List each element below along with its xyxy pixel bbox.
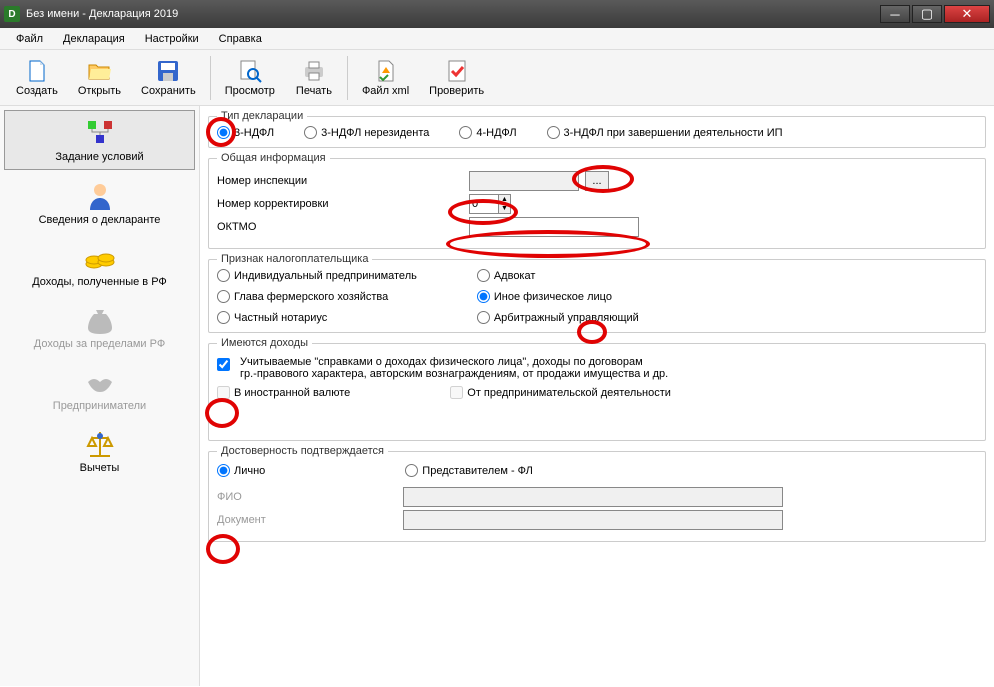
income-legend: Имеются доходы	[217, 337, 312, 349]
toolbar-open[interactable]: Открыть	[68, 52, 131, 104]
toolbar-separator	[347, 56, 348, 100]
taxpayer-type-legend: Признак налогоплательщика	[217, 253, 372, 265]
inspection-input	[469, 171, 579, 191]
toolbar: Создать Открыть Сохранить Просмотр Печат…	[0, 50, 994, 106]
toolbar-create[interactable]: Создать	[6, 52, 68, 104]
correction-label: Номер корректировки	[217, 198, 397, 210]
window-title: Без имени - Декларация 2019	[26, 8, 880, 20]
document-label: Документ	[217, 514, 397, 526]
toolbar-separator	[210, 56, 211, 100]
correction-input[interactable]	[470, 195, 498, 213]
fio-label: ФИО	[217, 491, 397, 503]
radio-notary[interactable]: Частный нотариус	[217, 311, 417, 324]
save-icon	[156, 59, 180, 83]
radio-personally[interactable]: Лично	[217, 464, 265, 477]
inspection-browse-button[interactable]: ...	[585, 171, 609, 191]
toolbar-preview[interactable]: Просмотр	[215, 52, 285, 104]
radio-3ndfl-ip-end[interactable]: 3-НДФЛ при завершении деятельности ИП	[547, 126, 783, 139]
window-titlebar: D Без имени - Декларация 2019 ─ ▢ ✕	[0, 0, 994, 28]
correction-spinner[interactable]: ▲▼	[469, 194, 511, 214]
taxpayer-type-group: Признак налогоплательщика Индивидуальный…	[208, 253, 986, 333]
radio-representative[interactable]: Представителем - ФЛ	[405, 464, 533, 477]
menu-help[interactable]: Справка	[211, 30, 270, 48]
radio-3ndfl-nonresident[interactable]: 3-НДФЛ нерезидента	[304, 126, 429, 139]
conditions-icon	[84, 117, 116, 149]
minimize-button[interactable]: ─	[880, 5, 910, 23]
nav-entrepreneur: Предприниматели	[4, 360, 195, 418]
general-info-group: Общая информация Номер инспекции ... Ном…	[208, 152, 986, 249]
income-group: Имеются доходы Учитываемые "справками о …	[208, 337, 986, 441]
document-input	[403, 510, 783, 530]
xml-file-icon	[374, 59, 398, 83]
declaration-type-legend: Тип декларации	[217, 110, 307, 122]
nav-income-abroad: Доходы за пределами РФ	[4, 298, 195, 356]
radio-lawyer[interactable]: Адвокат	[477, 269, 639, 282]
nav-income-rf[interactable]: Доходы, полученные в РФ	[4, 236, 195, 294]
toolbar-check[interactable]: Проверить	[419, 52, 494, 104]
coins-icon	[84, 242, 116, 274]
radio-4ndfl[interactable]: 4-НДФЛ	[459, 126, 516, 139]
menu-settings[interactable]: Настройки	[137, 30, 207, 48]
menu-bar: Файл Декларация Настройки Справка	[0, 28, 994, 50]
close-button[interactable]: ✕	[944, 5, 990, 23]
new-file-icon	[25, 59, 49, 83]
menu-declaration[interactable]: Декларация	[55, 30, 133, 48]
oktmo-input[interactable]	[469, 217, 639, 237]
nav-conditions[interactable]: Задание условий	[4, 110, 195, 170]
nav-deductions[interactable]: Вычеты	[4, 422, 195, 480]
folder-open-icon	[87, 59, 111, 83]
nav-declarant[interactable]: Сведения о декларанте	[4, 174, 195, 232]
sidebar: Задание условий Сведения о декларанте До…	[0, 106, 200, 686]
radio-ip[interactable]: Индивидуальный предприниматель	[217, 269, 417, 282]
preview-icon	[238, 59, 262, 83]
radio-other-individual[interactable]: Иное физическое лицо	[477, 290, 639, 303]
oktmo-label: ОКТМО	[217, 221, 397, 233]
spinner-up[interactable]: ▲	[499, 195, 510, 204]
inspection-label: Номер инспекции	[217, 175, 397, 187]
money-bag-icon	[84, 304, 116, 336]
toolbar-save[interactable]: Сохранить	[131, 52, 206, 104]
checkbox-income-certificates[interactable]	[217, 358, 230, 371]
radio-3ndfl[interactable]: 3-НДФЛ	[217, 126, 274, 139]
toolbar-xml[interactable]: Файл xml	[352, 52, 419, 104]
main-panel: Тип декларации 3-НДФЛ 3-НДФЛ нерезидента…	[200, 106, 994, 686]
checkbox-foreign-currency[interactable]: В иностранной валюте	[217, 386, 350, 399]
reliability-group: Достоверность подтверждается Лично Предс…	[208, 445, 986, 542]
print-icon	[302, 59, 326, 83]
toolbar-print[interactable]: Печать	[285, 52, 343, 104]
app-icon: D	[4, 6, 20, 22]
maximize-button[interactable]: ▢	[912, 5, 942, 23]
scales-icon	[84, 428, 116, 460]
radio-farmer[interactable]: Глава фермерского хозяйства	[217, 290, 417, 303]
general-info-legend: Общая информация	[217, 152, 330, 164]
menu-file[interactable]: Файл	[8, 30, 51, 48]
fio-input	[403, 487, 783, 507]
spinner-down[interactable]: ▼	[499, 204, 510, 213]
declaration-type-group: Тип декларации 3-НДФЛ 3-НДФЛ нерезидента…	[208, 110, 986, 148]
person-icon	[84, 180, 116, 212]
radio-arbitration-manager[interactable]: Арбитражный управляющий	[477, 311, 639, 324]
handshake-icon	[84, 366, 116, 398]
reliability-legend: Достоверность подтверждается	[217, 445, 388, 457]
checkbox-entrepreneur-activity[interactable]: От предпринимательской деятельности	[450, 386, 671, 399]
check-icon	[445, 59, 469, 83]
